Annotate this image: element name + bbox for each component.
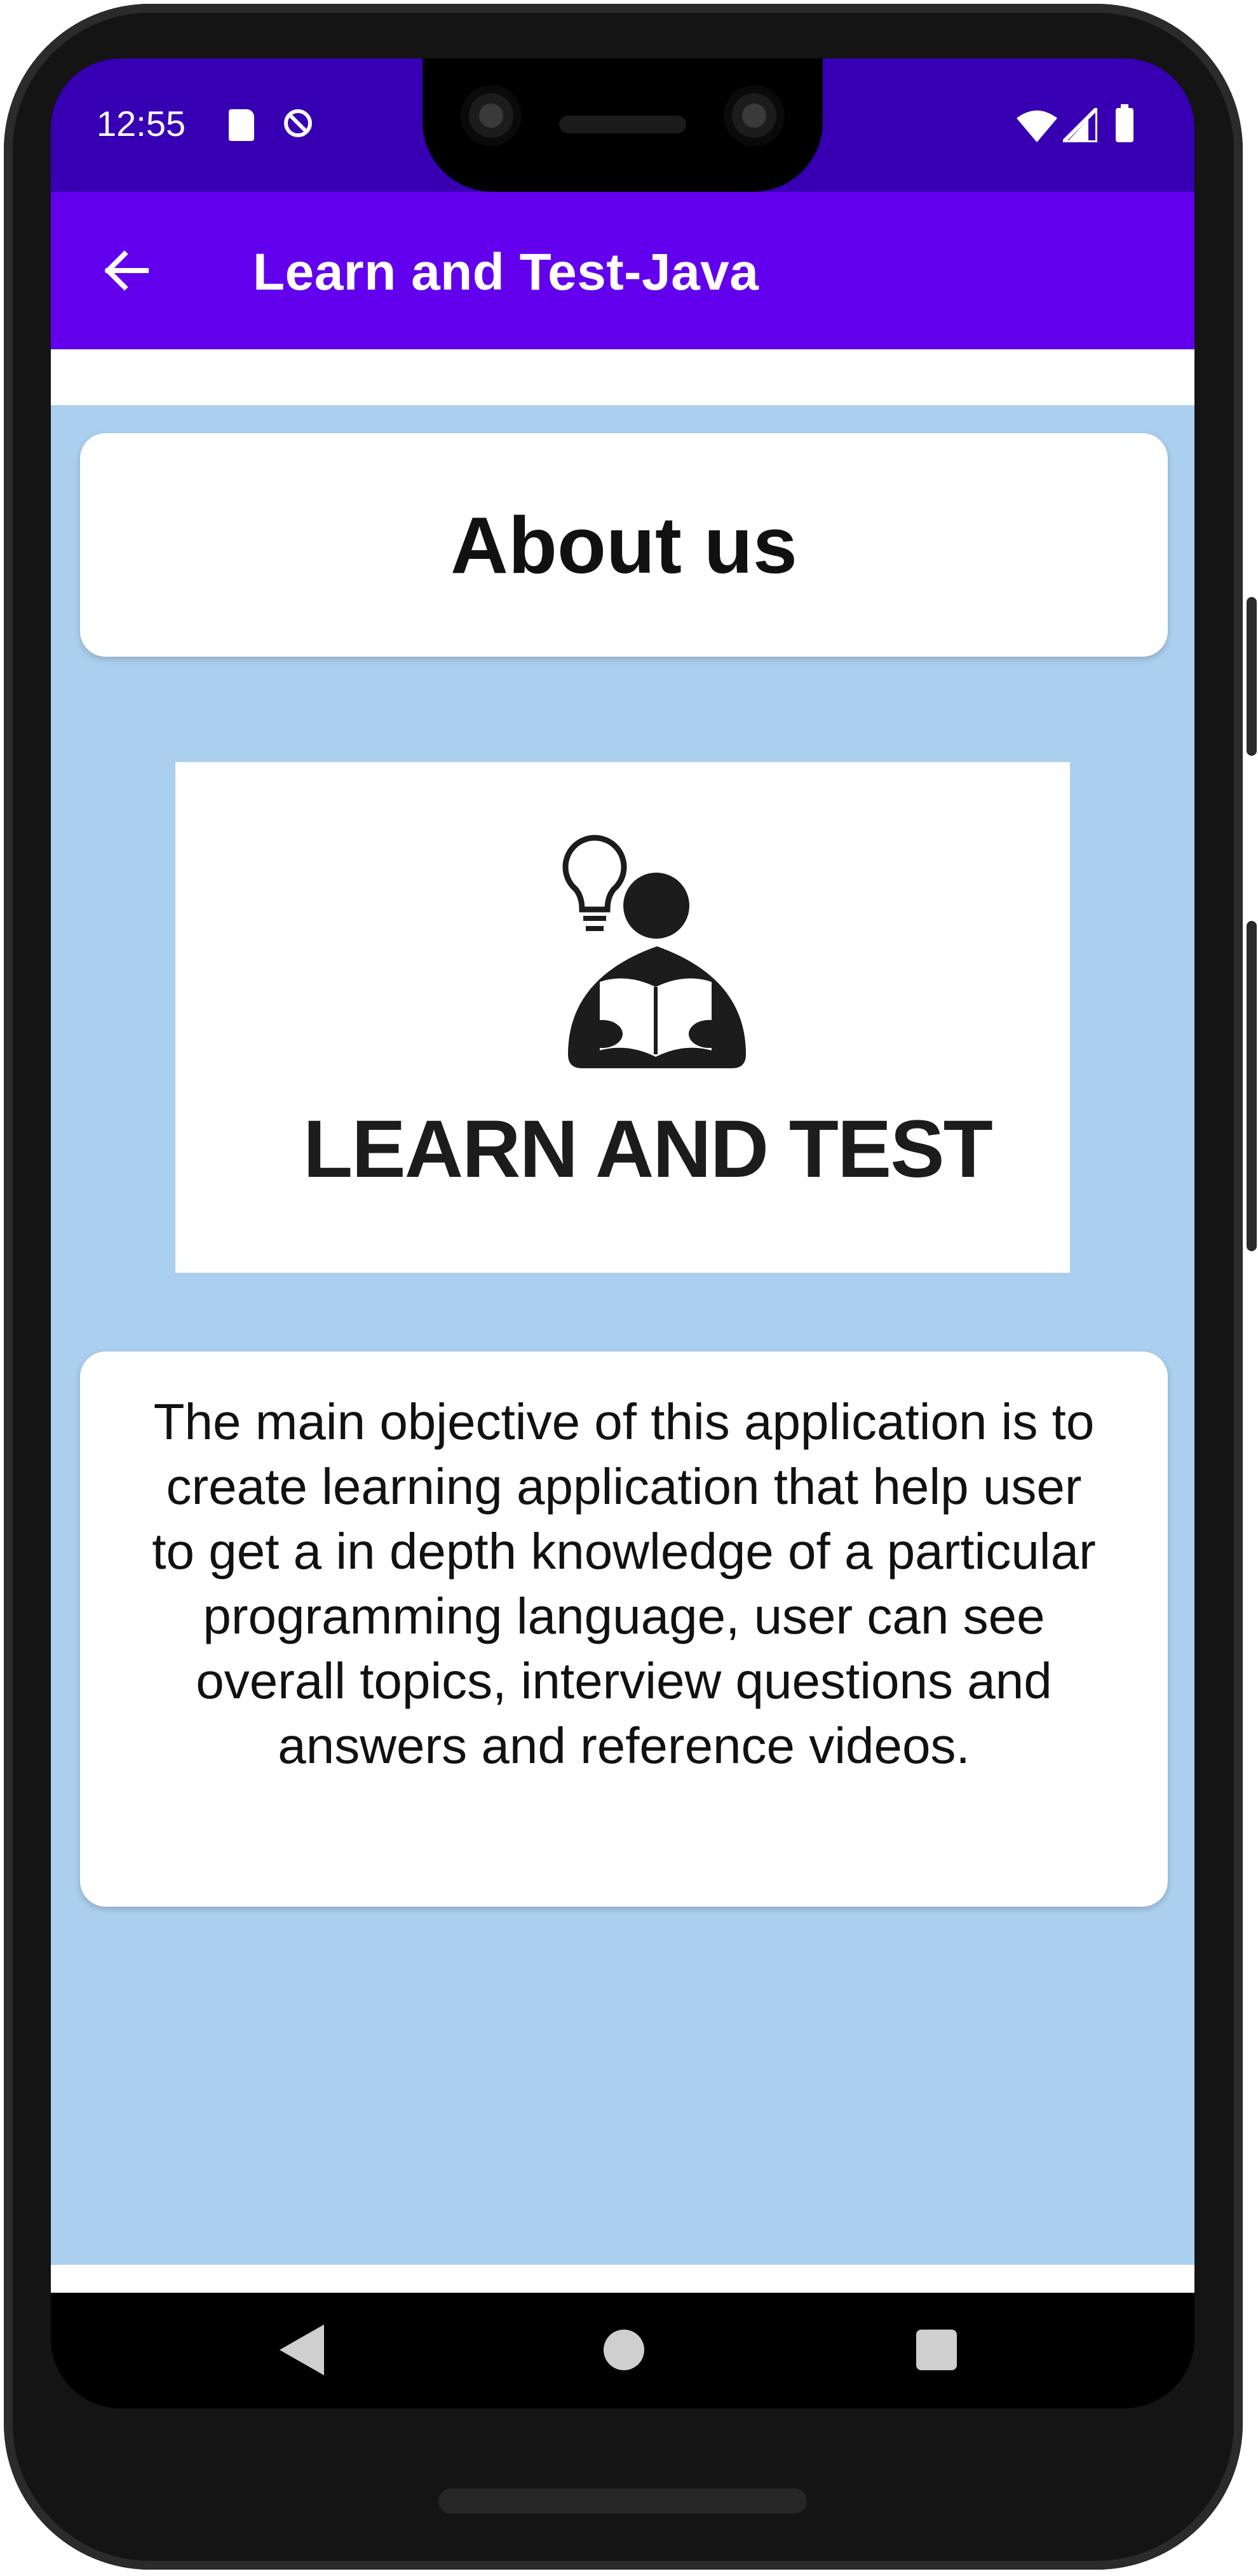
sync-disabled-icon [284,109,312,137]
nav-recents-icon[interactable] [916,2330,957,2370]
earpiece-speaker [559,116,686,133]
phone-frame: 12:55 Learn and Test-Java About us LEARN… [0,0,1258,2576]
power-button [1247,597,1257,756]
volume-button [1247,921,1257,1251]
app-bar: Learn and Test-Java [51,192,1194,349]
description-card: The main objective of this application i… [80,1352,1168,1907]
about-content: About us LEARN AND TEST The main objecti… [51,405,1194,2265]
navigation-bar [51,2293,1194,2408]
content-bottom-strip [51,2265,1194,2293]
heading-card: About us [80,433,1168,657]
screen: 12:55 Learn and Test-Java About us LEARN… [51,58,1194,2408]
sd-card-icon [229,109,254,141]
front-camera-left [461,85,522,146]
app-title: Learn and Test-Java [253,243,759,301]
content-top-strip [51,349,1194,405]
app-logo: LEARN AND TEST [175,762,1070,1273]
bottom-speaker-grille [438,2488,807,2514]
signal-icon [1063,108,1097,142]
wifi-icon [1017,111,1057,142]
person-reading-lightbulb-icon [562,835,746,1068]
status-bar: 12:55 [51,58,1194,192]
front-camera-right [724,85,785,146]
nav-home-icon[interactable] [604,2330,644,2370]
page-title: About us [450,500,797,590]
logo-text: LEARN AND TEST [303,1104,993,1195]
description-text: The main objective of this application i… [152,1393,1096,1774]
arrow-back-icon[interactable] [102,246,150,295]
battery-icon [1116,104,1133,142]
status-time: 12:55 [97,104,186,144]
nav-back-icon[interactable] [280,2324,324,2375]
